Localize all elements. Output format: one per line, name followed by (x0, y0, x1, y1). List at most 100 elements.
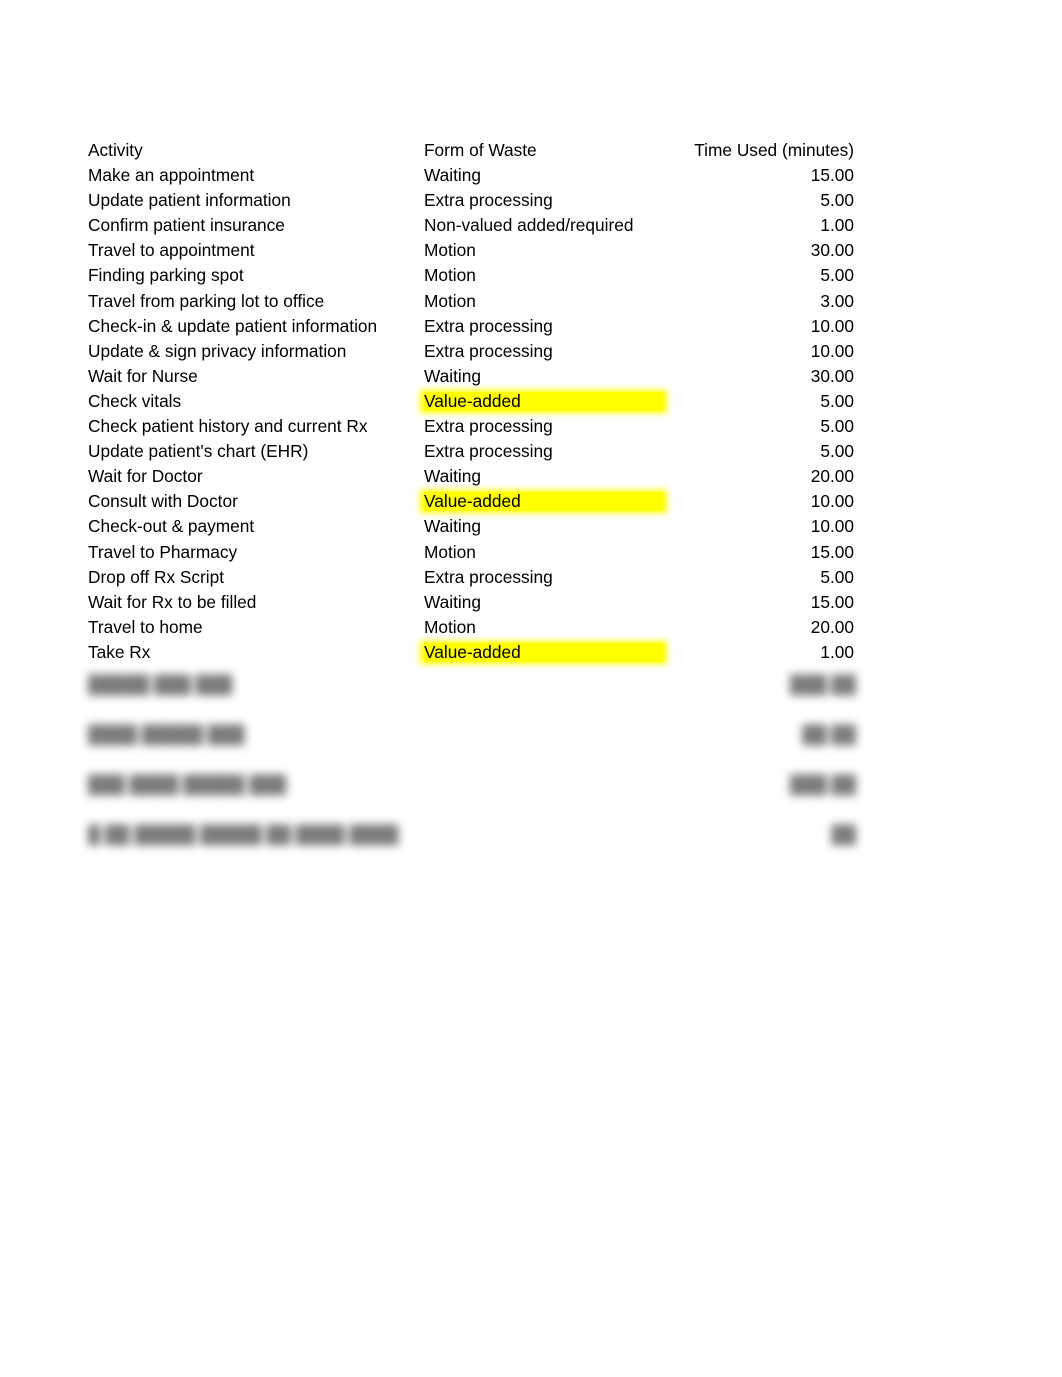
time-used-cell: 30.00 (810, 365, 854, 386)
summary-value-redacted: ███.██ (789, 774, 856, 794)
column-header-form-of-waste: Form of Waste (424, 138, 670, 163)
activity-cell: Wait for Doctor (88, 466, 203, 487)
column-header-form-of-waste-label: Form of Waste (424, 140, 537, 160)
activity-cell: Update patient's chart (EHR) (88, 441, 309, 462)
time-used-cell: 15.00 (810, 591, 854, 612)
form-of-waste-label: Motion (424, 616, 476, 637)
form-of-waste-label: Value-added (424, 491, 521, 512)
summary-label-redacted: ████ █████ ███ (88, 724, 245, 744)
form-of-waste-label: Motion (424, 290, 476, 311)
table-row: Check vitals Value-added 5.00 (88, 389, 854, 414)
table-row: Check patient history and current Rx Extr… (88, 414, 854, 439)
form-of-waste-label: Extra processing (424, 416, 553, 437)
form-of-waste-label: Extra processing (424, 441, 553, 462)
activity-cell: Take Rx (88, 641, 151, 662)
table-row: Update patient's chart (EHR) Extra proces… (88, 439, 854, 464)
form-of-waste-cell-highlighted: Value-added (420, 489, 670, 514)
time-used-cell: 5.00 (820, 416, 854, 437)
time-used-cell: 1.00 (820, 215, 854, 236)
form-of-waste-cell: Waiting (424, 514, 670, 539)
form-of-waste-cell: Extra processing (424, 565, 670, 590)
form-of-waste-cell-highlighted: Value-added (420, 389, 670, 414)
form-of-waste-label: Waiting (424, 365, 481, 386)
form-of-waste-cell: Extra processing (424, 414, 670, 439)
time-used-cell: 10.00 (810, 315, 854, 336)
activity-cell: Drop off Rx Script (88, 566, 225, 587)
activity-cell: Wait for Nurse (88, 365, 198, 386)
form-of-waste-label: Value-added (424, 641, 521, 662)
time-used-cell: 5.00 (820, 566, 854, 587)
summary-row-redacted: █ ██ █████ █████ ██ ████ ████ ██ (88, 818, 878, 868)
form-of-waste-label: Extra processing (424, 340, 553, 361)
summary-row-redacted: █████ ███ ███ ███.██ (88, 668, 878, 718)
table-row: Wait for Rx to be filled Waiting 15.00 (88, 590, 854, 615)
activity-cell: Wait for Rx to be filled (88, 591, 257, 612)
activity-cell: Consult with Doctor (88, 491, 238, 512)
form-of-waste-cell: Extra processing (424, 439, 670, 464)
summary-section: █████ ███ ███ ███.██ ████ █████ ███ ██.██ ██… (88, 668, 878, 868)
column-header-time-used: Time Used (minutes) (694, 140, 854, 160)
table-row: Wait for Nurse Waiting 30.00 (88, 364, 854, 389)
activity-cell: Check vitals (88, 390, 182, 411)
activity-cell: Check-in & update patient information (88, 315, 378, 336)
table-header: Activity Form of Waste Time Used (minute… (88, 138, 854, 163)
activity-cell: Travel to appointment (88, 240, 255, 261)
time-used-cell: 15.00 (810, 165, 854, 186)
table-row: Take Rx Value-added 1.00 (88, 640, 854, 665)
activity-cell: Finding parking spot (88, 265, 244, 286)
table-row: Update patient information Extra processi… (88, 188, 854, 213)
form-of-waste-cell: Extra processing (424, 339, 670, 364)
time-used-cell: 3.00 (820, 290, 854, 311)
table-row: Check-in & update patient information Ext… (88, 314, 854, 339)
form-of-waste-label: Waiting (424, 466, 481, 487)
table-row: Drop off Rx Script Extra processing 5.00 (88, 565, 854, 590)
form-of-waste-cell-highlighted: Value-added (420, 640, 670, 665)
summary-row-redacted: ████ █████ ███ ██.██ (88, 718, 878, 768)
time-used-cell: 5.00 (820, 390, 854, 411)
summary-label-redacted: █████ ███ ███ (88, 674, 233, 694)
form-of-waste-cell: Motion (424, 238, 670, 263)
time-used-cell: 10.00 (810, 491, 854, 512)
summary-label-redacted: █ ██ █████ █████ ██ ████ ████ (88, 824, 399, 844)
form-of-waste-cell: Motion (424, 263, 670, 288)
form-of-waste-label: Waiting (424, 165, 481, 186)
table-header-row: Activity Form of Waste Time Used (minute… (88, 138, 854, 163)
table-row: Confirm patient insurance Non-valued adde… (88, 213, 854, 238)
form-of-waste-label: Extra processing (424, 315, 553, 336)
activity-cell: Travel from parking lot to office (88, 290, 325, 311)
form-of-waste-cell: Waiting (424, 464, 670, 489)
form-of-waste-cell: Motion (424, 540, 670, 565)
form-of-waste-label: Waiting (424, 591, 481, 612)
form-of-waste-cell: Motion (424, 615, 670, 640)
table-row: Check-out & payment Waiting 10.00 (88, 514, 854, 539)
form-of-waste-cell: Extra processing (424, 188, 670, 213)
time-used-cell: 5.00 (820, 190, 854, 211)
activity-cell: Check patient history and current Rx (88, 416, 368, 437)
time-used-cell: 30.00 (810, 240, 854, 261)
table-row: Travel to Pharmacy Motion 15.00 (88, 540, 854, 565)
column-header-activity: Activity (88, 140, 143, 160)
spreadsheet-canvas: Activity Form of Waste Time Used (minute… (0, 0, 1062, 1377)
value-stream-waste-table: Activity Form of Waste Time Used (minute… (88, 138, 854, 665)
time-used-cell: 10.00 (810, 516, 854, 537)
summary-label-redacted: ███ ████ █████ ███ (88, 774, 287, 794)
form-of-waste-label: Motion (424, 265, 476, 286)
time-used-cell: 5.00 (820, 441, 854, 462)
table-row: Finding parking spot Motion 5.00 (88, 263, 854, 288)
time-used-cell: 10.00 (810, 340, 854, 361)
form-of-waste-label: Value-added (424, 390, 521, 411)
time-used-cell: 20.00 (810, 616, 854, 637)
form-of-waste-label: Motion (424, 541, 476, 562)
form-of-waste-cell: Non-valued added/required (424, 213, 670, 238)
time-used-cell: 20.00 (810, 466, 854, 487)
activity-cell: Check-out & payment (88, 516, 255, 537)
table-row: Travel from parking lot to office Motion 3… (88, 289, 854, 314)
table-row: Consult with Doctor Value-added 10.00 (88, 489, 854, 514)
table-row: Update & sign privacy information Extra p… (88, 339, 854, 364)
activity-cell: Travel to Pharmacy (88, 541, 238, 562)
form-of-waste-cell: Waiting (424, 163, 670, 188)
activity-cell: Travel to home (88, 616, 203, 637)
form-of-waste-label: Extra processing (424, 566, 553, 587)
activity-cell: Update patient information (88, 190, 291, 211)
table-body: Make an appointment Waiting 15.00 Update pa… (88, 163, 854, 665)
